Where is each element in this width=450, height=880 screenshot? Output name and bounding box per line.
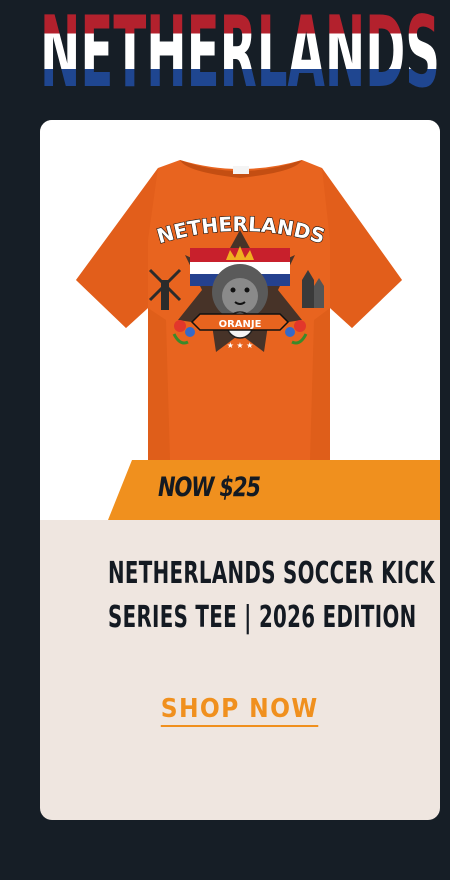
product-title-line-1[interactable]: NETHERLANDS SOCCER KICK OFF: [108, 552, 440, 596]
product-title-line-2[interactable]: SERIES TEE | 2026 EDITION: [108, 596, 416, 640]
stars-icon: ★ ★ ★: [227, 341, 254, 350]
product-title[interactable]: NETHERLANDS SOCCER KICK OFF SERIES TEE |…: [40, 552, 440, 640]
shop-now-button[interactable]: SHOP NOW: [161, 694, 319, 727]
page-title: NETHERLANDS: [40, 10, 440, 90]
product-card[interactable]: NETHERLANDS ORANJE ★ ★ ★ NOW $25 NETHERL…: [40, 120, 440, 820]
price-badge: NOW $25: [158, 472, 261, 503]
page-title-text: NETHERLANDS: [40, 10, 440, 90]
shop-now-container: SHOP NOW: [40, 694, 440, 727]
tshirt-tag: [233, 166, 249, 174]
graphic-ribbon-text: ORANJE: [219, 319, 262, 330]
netherlands-flag-title: NETHERLANDS: [40, 10, 440, 90]
